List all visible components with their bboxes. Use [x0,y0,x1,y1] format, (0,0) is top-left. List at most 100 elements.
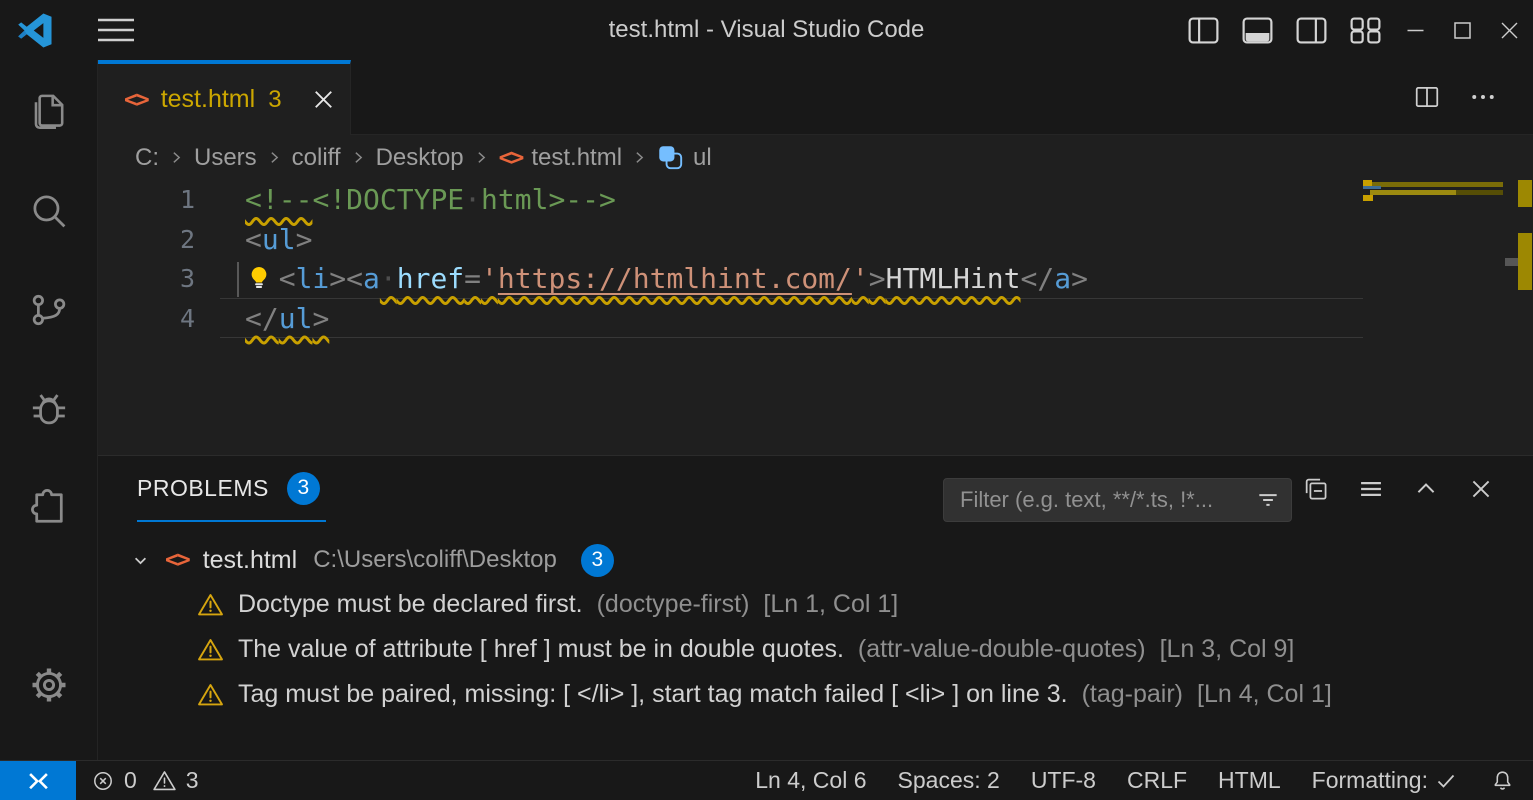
token: </ [1020,262,1054,295]
problem-message: The value of attribute [ href ] must be … [238,635,844,664]
token: ul [279,302,313,335]
extensions-icon[interactable] [0,458,97,557]
code-line-3: 3 <li><a·href='https://htmlhint.com/'>HT… [98,259,1363,299]
more-actions-icon[interactable] [1469,83,1497,111]
maximize-panel-icon[interactable] [1412,475,1440,503]
maximize-button[interactable] [1439,0,1486,60]
token: </ [245,302,279,335]
statusbar-item-cursor-position[interactable]: Ln 4, Col 6 [755,767,866,794]
file-problems-badge: 3 [581,544,614,577]
problems-tab-label: PROBLEMS [137,475,269,502]
problems-list: Doctype must be declared first.(doctype-… [98,582,1533,717]
problem-message: Tag must be paired, missing: [ </li> ], … [238,680,1068,709]
minimap-warning-mark [1363,195,1373,201]
editor[interactable]: 1<!--<!DOCTYPE·html>-->2<ul>3 <li><a·hre… [98,180,1533,455]
breadcrumb-item-test-html[interactable]: test.html [531,144,622,172]
problem-row[interactable]: The value of attribute [ href ] must be … [98,627,1533,672]
chevron-right-icon [168,149,185,166]
problem-rule: (tag-pair) [1082,680,1183,709]
problem-row[interactable]: Tag must be paired, missing: [ </li> ], … [98,672,1533,717]
overview-cursor-mark [1505,258,1518,266]
settings-gear-icon[interactable] [0,635,97,734]
panel-header: PROBLEMS 3 [98,456,1533,522]
token: ' [852,262,869,295]
warnings-count: 3 [186,767,199,794]
code-text: </ul> [195,299,329,339]
token: < [245,223,262,256]
tab-test-html[interactable]: <> test.html 3 [98,60,351,135]
lightbulb-icon[interactable] [245,264,273,292]
tab-problems[interactable]: PROBLEMS 3 [137,456,326,522]
problems-panel: PROBLEMS 3 [98,455,1533,760]
chevron-right-icon [350,149,367,166]
notifications-bell-icon[interactable] [1490,768,1515,793]
token: ul [262,223,296,256]
minimap[interactable] [1363,180,1505,455]
code-area[interactable]: 1<!--<!DOCTYPE·html>-->2<ul>3 <li><a·hre… [98,180,1363,338]
problems-file-name: test.html [203,546,297,575]
statusbar-item-language-mode[interactable]: HTML [1218,767,1281,794]
warning-icon [197,636,224,663]
toggle-panel-icon[interactable] [1230,0,1284,60]
minimize-button[interactable] [1392,0,1439,60]
token: < [346,262,363,295]
token: = [464,262,481,295]
html-file-icon: <> [499,145,523,171]
check-icon [1434,769,1458,793]
breadcrumb-item-desktop[interactable]: Desktop [376,144,464,172]
menu-hamburger-icon[interactable] [97,17,135,43]
split-editor-icon[interactable] [1413,83,1441,111]
statusbar-item-eol[interactable]: CRLF [1127,767,1187,794]
breadcrumb-item-users[interactable]: Users [194,144,257,172]
chevron-down-icon[interactable] [128,548,153,573]
problems-count-badge: 3 [287,472,320,505]
code-text: <ul> [195,220,312,260]
line-number: 2 [98,220,195,260]
remote-indicator[interactable] [0,761,76,800]
token: href [397,262,464,295]
toggle-sidebar-left-icon[interactable] [1176,0,1230,60]
search-icon[interactable] [0,161,97,260]
statusbar-right: Ln 4, Col 6 Spaces: 2 UTF-8 CRLF HTML Formatt… [755,767,1478,794]
statusbar-item-encoding[interactable]: UTF-8 [1031,767,1096,794]
customize-layout-icon[interactable] [1338,0,1392,60]
source-control-icon[interactable] [0,260,97,359]
token: html>--> [481,183,616,216]
token: > [869,262,886,295]
minimap-warning-mark [1456,190,1503,195]
titlebar-controls [1176,0,1533,60]
problems-file-row[interactable]: <> test.html C:\Users\coliff\Desktop 3 [98,538,1533,582]
close-window-button[interactable] [1486,0,1533,60]
panel-actions [1302,456,1495,522]
code-line-2: 2<ul> [98,220,1363,260]
problem-position: [Ln 3, Col 9] [1160,635,1295,664]
tab-label: test.html [161,85,255,114]
vscode-logo-icon [16,12,53,49]
indent-guide [237,262,239,297]
warning-icon [197,591,224,618]
explorer-icon[interactable] [0,62,97,161]
token: a [1054,262,1071,295]
breadcrumb-item-coliff[interactable]: coliff [292,144,341,172]
token: HTMLHint [886,262,1021,295]
overview-warning-mark [1518,180,1532,207]
token: > [296,223,313,256]
view-as-table-icon[interactable] [1357,475,1385,503]
run-debug-icon[interactable] [0,359,97,458]
filter-icon [1255,487,1281,513]
collapse-all-icon[interactable] [1302,475,1330,503]
tab-close-icon[interactable] [313,89,334,110]
tab-problems-count: 3 [268,86,281,114]
problem-row[interactable]: Doctype must be declared first.(doctype-… [98,582,1533,627]
statusbar-item-indentation[interactable]: Spaces: 2 [898,767,1000,794]
problems-status-item[interactable]: 0 3 [91,767,205,794]
breadcrumb-item-ul[interactable]: ul [693,144,712,172]
statusbar-item-formatting[interactable]: Formatting: [1312,767,1458,794]
problems-filter-input[interactable] [960,487,1255,513]
warnings-icon [152,768,177,793]
token: < [279,262,296,295]
breadcrumb-item-c-[interactable]: C: [135,144,159,172]
overview-ruler[interactable] [1505,180,1533,455]
close-panel-icon[interactable] [1467,475,1495,503]
toggle-sidebar-right-icon[interactable] [1284,0,1338,60]
